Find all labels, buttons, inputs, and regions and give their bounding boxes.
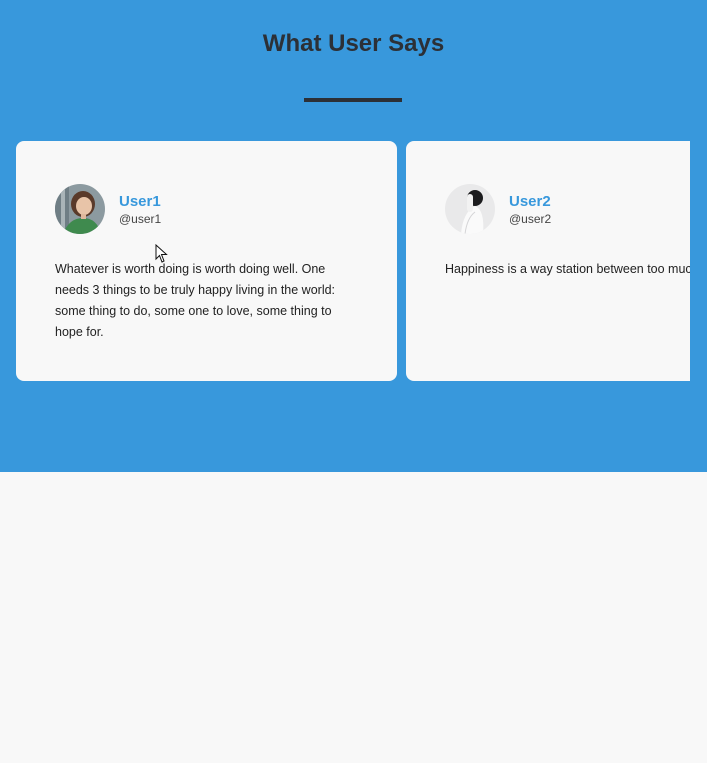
testimonial-card[interactable]: User1 @user1 Whatever is worth doing is … bbox=[16, 141, 397, 381]
testimonials-section: What User Says User1 @user1 Whatever is … bbox=[0, 0, 707, 472]
user2-avatar bbox=[445, 184, 495, 234]
testimonial-quote: Happiness is a way station between too m… bbox=[445, 262, 690, 276]
user-handle: @user2 bbox=[509, 212, 552, 226]
testimonial-card[interactable]: User2 @user2 Happiness is a way station … bbox=[406, 141, 690, 381]
title-divider bbox=[304, 98, 402, 102]
user-name: User1 bbox=[119, 193, 161, 210]
user-name: User2 bbox=[509, 193, 551, 210]
user-handle: @user1 bbox=[119, 212, 162, 226]
testimonial-quote: Whatever is worth doing is worth doing w… bbox=[55, 262, 336, 339]
user1-avatar bbox=[55, 184, 105, 234]
testimonial-carousel[interactable]: User1 @user1 Whatever is worth doing is … bbox=[16, 141, 690, 382]
section-title: What User Says bbox=[262, 30, 445, 57]
mouse-cursor-icon bbox=[155, 244, 168, 263]
